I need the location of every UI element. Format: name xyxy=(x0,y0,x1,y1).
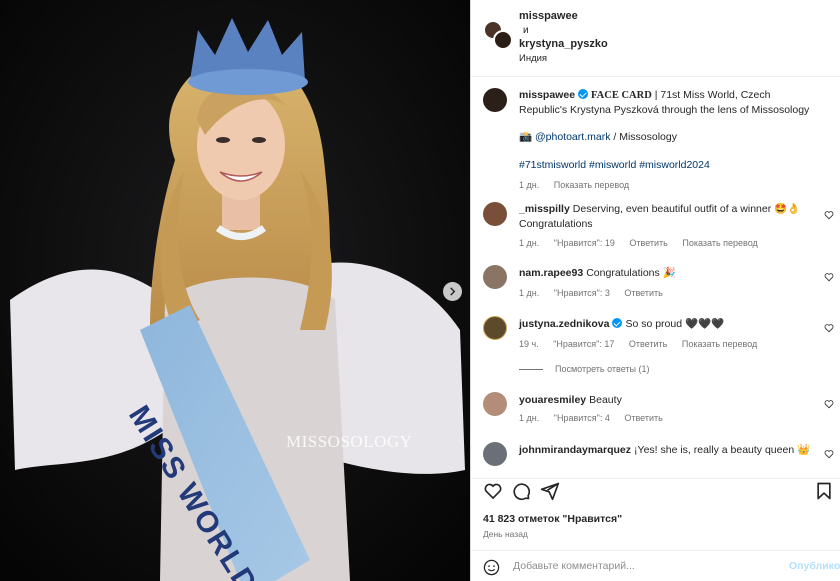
post-date: День назад xyxy=(483,529,528,539)
translate-link[interactable]: Показать перевод xyxy=(682,339,757,349)
like-heart-icon[interactable] xyxy=(824,399,834,409)
reply-button[interactable]: Ответить xyxy=(629,339,667,349)
reply-button[interactable]: Ответить xyxy=(624,413,662,423)
caption-text: misspawee FACE CARD | 71st Miss World, Cz… xyxy=(519,88,819,118)
emoji-icon[interactable] xyxy=(483,559,500,576)
like-heart-icon[interactable] xyxy=(824,449,834,459)
location-label[interactable]: Индия xyxy=(519,53,547,64)
photo-scene xyxy=(0,0,470,581)
comment-meta: 1 дн. "Нравится": 19 Ответить Показать п… xyxy=(519,238,770,248)
view-replies-button[interactable]: Посмотреть ответы (1) xyxy=(519,364,650,374)
instagram-post-modal: MISS WORLD MISSOSOLOGY misspawee и kryst… xyxy=(0,0,840,581)
collab-conjunction: и xyxy=(523,25,529,36)
post-actions: 41 823 отметок "Нравится" День назад Опу… xyxy=(471,478,840,581)
caption-bold: FACE CARD xyxy=(591,90,652,101)
comment-meta: 19 ч. "Нравится": 17 Ответить Показать п… xyxy=(519,339,769,349)
caption-username[interactable]: misspawee xyxy=(519,89,575,101)
comment-username[interactable]: _misspilly xyxy=(519,203,570,215)
comment-text: justyna.zednikova So so proud 🖤🖤🖤 xyxy=(519,317,819,332)
next-photo-button[interactable] xyxy=(443,282,462,301)
share-icon[interactable] xyxy=(540,481,560,501)
comment-likes[interactable]: "Нравится": 19 xyxy=(554,238,615,248)
caption-credit: 📸 @photoart.mark / Missosology xyxy=(519,130,819,145)
avatar[interactable] xyxy=(493,30,513,50)
comment-body: So so proud 🖤🖤🖤 xyxy=(625,318,725,330)
avatar[interactable] xyxy=(483,442,507,466)
caption-time[interactable]: 1 дн. xyxy=(519,180,539,190)
reply-button[interactable]: Ответить xyxy=(629,238,667,248)
reply-button[interactable]: Ответить xyxy=(624,288,662,298)
comment-meta: 1 дн. "Нравится": 3 Ответить xyxy=(519,288,675,298)
bookmark-icon[interactable] xyxy=(814,481,834,501)
avatar[interactable] xyxy=(483,392,507,416)
publish-button[interactable]: Опубликовать xyxy=(789,560,840,572)
translate-link[interactable]: Показать перевод xyxy=(682,238,757,248)
caption-meta: 1 дн. Показать перевод xyxy=(519,180,641,190)
likes-count[interactable]: 41 823 отметок "Нравится" xyxy=(483,513,622,525)
camera-icon: 📸 xyxy=(519,131,533,143)
avatar[interactable] xyxy=(483,265,507,289)
like-heart-icon[interactable] xyxy=(824,272,834,282)
post-photo[interactable]: MISS WORLD MISSOSOLOGY xyxy=(0,0,470,581)
comment-body: ¡Yes! she is, really a beauty queen 👑 xyxy=(634,444,811,456)
verified-icon xyxy=(578,89,589,99)
comment-username[interactable]: youaresmiley xyxy=(519,394,586,406)
comment-meta: 1 дн. "Нравится": 4 Ответить xyxy=(519,413,675,423)
comment-likes[interactable]: "Нравится": 3 xyxy=(554,288,610,298)
comment-text: nam.rapee93 Congratulations 🎉 xyxy=(519,266,819,281)
post-details-panel: misspawee и krystyna_pyszko Индия misspa… xyxy=(470,0,840,581)
photo-watermark: MISSOSOLOGY xyxy=(286,432,413,451)
comment-username[interactable]: justyna.zednikova xyxy=(519,318,609,330)
comment-time[interactable]: 1 дн. xyxy=(519,413,539,423)
comment-username[interactable]: johnmirandaymarquez xyxy=(519,444,631,456)
comment-text: youaresmiley Beauty xyxy=(519,393,819,408)
author-username[interactable]: misspawee xyxy=(519,10,578,22)
comment-text: johnmirandaymarquez ¡Yes! she is, really … xyxy=(519,443,819,458)
caption-credit-text: / Missosology xyxy=(610,131,677,143)
like-heart-icon[interactable] xyxy=(824,210,834,220)
avatar[interactable] xyxy=(483,88,507,112)
comment-text: _misspilly Deserving, even beautiful outf… xyxy=(519,202,819,232)
comment-likes[interactable]: "Нравится": 4 xyxy=(554,413,610,423)
comment-time[interactable]: 19 ч. xyxy=(519,339,539,349)
comment-composer: Опубликовать xyxy=(471,550,840,581)
comment-icon[interactable] xyxy=(511,481,531,501)
comment-input[interactable] xyxy=(513,560,763,572)
avatar[interactable] xyxy=(483,202,507,226)
comment-username[interactable]: nam.rapee93 xyxy=(519,267,583,279)
avatar[interactable] xyxy=(483,316,507,340)
comments-list[interactable]: misspawee FACE CARD | 71st Miss World, Cz… xyxy=(471,78,840,478)
caption-hashtags[interactable]: #71stmisworld #misworld #misworld2024 xyxy=(519,158,819,173)
verified-icon xyxy=(612,318,623,328)
comment-time[interactable]: 1 дн. xyxy=(519,238,539,248)
comment-body: Congratulations 🎉 xyxy=(586,267,676,279)
comment-body: Beauty xyxy=(589,394,622,406)
collaborator-username[interactable]: krystyna_pyszko xyxy=(519,38,608,50)
chevron-right-icon xyxy=(450,287,456,296)
comment-time[interactable]: 1 дн. xyxy=(519,288,539,298)
comment-likes[interactable]: "Нравится": 17 xyxy=(553,339,614,349)
post-header: misspawee и krystyna_pyszko Индия xyxy=(471,0,840,77)
photographer-mention[interactable]: @photoart.mark xyxy=(535,131,610,143)
caption-translate-link[interactable]: Показать перевод xyxy=(554,180,629,190)
like-heart-icon[interactable] xyxy=(483,481,503,501)
like-heart-icon[interactable] xyxy=(824,323,834,333)
